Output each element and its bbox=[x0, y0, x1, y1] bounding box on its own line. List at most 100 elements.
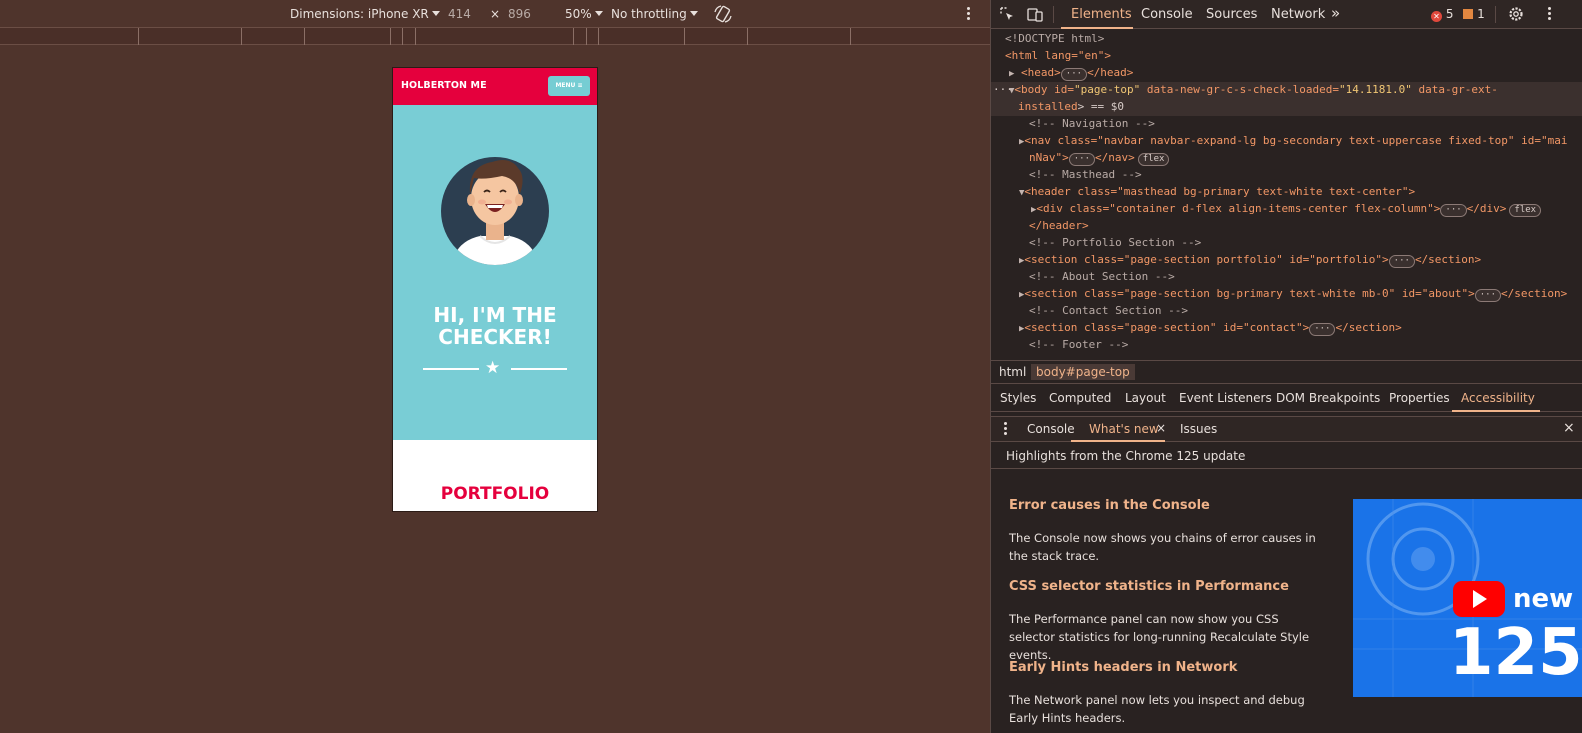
more-tabs-icon[interactable]: » bbox=[1331, 4, 1340, 22]
chevron-down-icon bbox=[689, 11, 698, 16]
tab-sources[interactable]: Sources bbox=[1206, 7, 1257, 22]
dom-comment: <!-- Navigation --> bbox=[1029, 117, 1155, 130]
whats-new-heading: Highlights from the Chrome 125 update bbox=[1006, 449, 1246, 463]
zoom-select[interactable]: 50% bbox=[565, 7, 603, 21]
dom-div-tag: <div class="container d-flex align-items… bbox=[1036, 202, 1441, 215]
dom-line[interactable]: installed> == $0 bbox=[1018, 100, 1124, 114]
dom-head-close: </head> bbox=[1087, 66, 1134, 79]
dom-attr: installed bbox=[1018, 100, 1078, 113]
whats-new-item-title[interactable]: Error causes in the Console bbox=[1009, 498, 1210, 513]
tab-console[interactable]: Console bbox=[1141, 7, 1193, 22]
dom-selected-marker: > == $0 bbox=[1077, 100, 1124, 113]
warning-count: 1 bbox=[1477, 7, 1485, 21]
ellipsis-pill[interactable]: ··· bbox=[1440, 204, 1467, 217]
dom-header-tag: <header class="masthead bg-primary text-… bbox=[1024, 185, 1416, 198]
throttling-select[interactable]: No throttling bbox=[611, 7, 698, 21]
masthead: HI, I'M THE CHECKER! ★ bbox=[393, 105, 597, 440]
dom-line: <!DOCTYPE html> bbox=[1005, 32, 1105, 45]
dom-tree[interactable]: <!DOCTYPE html> <html lang="en"> ▶ <head… bbox=[991, 30, 1582, 360]
dom-section-tag: <section class="page-section portfolio" … bbox=[1024, 253, 1389, 266]
chrome-125-video-thumbnail[interactable]: new 125 bbox=[1353, 499, 1582, 697]
tab-network[interactable]: Network bbox=[1271, 7, 1325, 22]
devtools-main-toolbar: Elements Console Sources Network » ✕ 5 1 bbox=[991, 0, 1582, 29]
ellipsis-pill[interactable]: ··· bbox=[1060, 68, 1088, 81]
tab-event-listeners[interactable]: Event Listeners bbox=[1179, 391, 1272, 405]
dom-comment: <!-- Contact Section --> bbox=[1029, 304, 1188, 317]
media-query-ruler[interactable] bbox=[0, 28, 990, 45]
dom-line[interactable]: nNav"> ··· </nav> flex bbox=[1029, 151, 1170, 166]
gear-icon[interactable] bbox=[1508, 6, 1524, 22]
ellipsis-pill[interactable]: ··· bbox=[1309, 323, 1336, 336]
inspect-element-icon[interactable] bbox=[999, 6, 1015, 22]
whats-new-item-title[interactable]: CSS selector statistics in Performance bbox=[1009, 579, 1289, 594]
dom-line[interactable]: <html lang="en"> bbox=[1005, 49, 1111, 63]
close-drawer-icon[interactable]: × bbox=[1563, 420, 1575, 436]
emulated-phone-viewport[interactable]: HOLBERTON ME MENU ≡ HI, I'M THE CHECKER!… bbox=[392, 67, 598, 512]
promo-text: new bbox=[1513, 584, 1574, 614]
width-input[interactable]: 414 bbox=[448, 7, 471, 21]
drawer-menu-icon[interactable] bbox=[999, 420, 1011, 438]
tab-layout[interactable]: Layout bbox=[1125, 391, 1166, 405]
dom-section-close: </section> bbox=[1414, 253, 1482, 266]
dom-header-close[interactable]: </header> bbox=[1029, 219, 1089, 233]
elements-subtabs: Styles Computed Layout Event Listeners D… bbox=[991, 385, 1582, 412]
drawer-toolbar: Console What's new × Issues × bbox=[991, 416, 1582, 442]
promo-number: 125 bbox=[1449, 616, 1582, 690]
tab-accessibility[interactable]: Accessibility bbox=[1461, 391, 1535, 405]
dom-line[interactable]: ▼<body id="page-top" data-new-gr-c-s-che… bbox=[1009, 83, 1498, 98]
dom-comment: <!-- Footer --> bbox=[1029, 338, 1129, 351]
dom-attr: data-new-gr-c-s-check-loaded= bbox=[1140, 83, 1339, 96]
error-count: 5 bbox=[1445, 7, 1454, 21]
dom-section-tag: <section class="page-section bg-primary … bbox=[1024, 287, 1475, 300]
dom-nav-close: </nav> bbox=[1095, 151, 1135, 164]
dom-section-close: </section> bbox=[1335, 321, 1402, 334]
dimensions-select[interactable]: Dimensions: iPhone XR bbox=[290, 7, 440, 21]
dom-line[interactable]: ▶<section class="page-section bg-primary… bbox=[1019, 287, 1567, 302]
ellipsis-pill[interactable]: ··· bbox=[1068, 153, 1096, 166]
rotate-icon[interactable] bbox=[713, 4, 733, 24]
hero-headline: HI, I'M THE CHECKER! bbox=[433, 303, 557, 349]
drawer-tab-issues[interactable]: Issues bbox=[1180, 422, 1217, 436]
ellipsis-pill[interactable]: ··· bbox=[1388, 255, 1415, 268]
close-tab-icon[interactable]: × bbox=[1156, 421, 1166, 435]
whats-new-item-title[interactable]: Early Hints headers in Network bbox=[1009, 660, 1237, 675]
tab-elements[interactable]: Elements bbox=[1071, 7, 1132, 22]
menu-button[interactable]: MENU ≡ bbox=[548, 76, 590, 96]
ellipsis-pill[interactable]: ··· bbox=[1474, 289, 1502, 302]
whats-new-item-text: The Console now shows you chains of erro… bbox=[1009, 531, 1316, 563]
height-input[interactable]: 896 bbox=[508, 7, 531, 21]
tab-properties[interactable]: Properties bbox=[1389, 391, 1450, 405]
issues-counter[interactable]: ✕ 5 1 bbox=[1431, 7, 1485, 22]
dom-line[interactable]: ▶<div class="container d-flex align-item… bbox=[1031, 202, 1542, 217]
drawer-tab-whats-new[interactable]: What's new bbox=[1089, 422, 1159, 436]
site-brand-link[interactable]: HOLBERTON ME bbox=[401, 80, 487, 91]
more-options-icon[interactable] bbox=[962, 5, 974, 23]
dom-line[interactable]: ▼<header class="masthead bg-primary text… bbox=[1019, 185, 1415, 200]
device-toolbar: Dimensions: iPhone XR 414 × 896 50% No t… bbox=[0, 0, 990, 28]
dom-line[interactable]: ▶<section class="page-section" id="conta… bbox=[1019, 321, 1402, 336]
tab-computed[interactable]: Computed bbox=[1049, 391, 1111, 405]
dom-val: "14.1181.0" bbox=[1338, 83, 1412, 96]
dom-body-tag: <body bbox=[1014, 83, 1048, 96]
breadcrumb-body[interactable]: body#page-top bbox=[1031, 364, 1135, 380]
tab-dom-breakpoints[interactable]: DOM Breakpoints bbox=[1276, 391, 1380, 405]
drawer-tab-console[interactable]: Console bbox=[1027, 422, 1075, 436]
breadcrumb-html[interactable]: html bbox=[999, 365, 1026, 379]
dimensions-times: × bbox=[490, 7, 501, 21]
warning-icon bbox=[1463, 9, 1474, 19]
dom-attr: data-gr-ext- bbox=[1411, 83, 1498, 96]
device-emulation-area: Dimensions: iPhone XR 414 × 896 50% No t… bbox=[0, 0, 990, 733]
devtools-menu-icon[interactable] bbox=[1543, 5, 1555, 23]
dom-line[interactable]: ▶<section class="page-section portfolio"… bbox=[1019, 253, 1481, 268]
dom-line[interactable]: ▶<nav class="navbar navbar-expand-lg bg-… bbox=[1019, 134, 1567, 149]
expand-triangle-icon[interactable]: ▶ bbox=[1009, 69, 1014, 79]
flex-badge[interactable]: flex bbox=[1137, 153, 1170, 166]
flex-badge[interactable]: flex bbox=[1509, 204, 1542, 217]
device-toggle-icon[interactable] bbox=[1027, 6, 1043, 22]
dimensions-label: Dimensions: iPhone XR bbox=[290, 7, 429, 21]
dom-line[interactable]: ▶ <head> ··· </head> bbox=[1009, 66, 1133, 81]
breadcrumb: html body#page-top bbox=[991, 360, 1582, 384]
dom-section-tag: <section class="page-section" id="contac… bbox=[1024, 321, 1310, 334]
whats-new-item-text: The Performance panel can now show you C… bbox=[1009, 612, 1310, 662]
tab-styles[interactable]: Styles bbox=[1000, 391, 1036, 405]
